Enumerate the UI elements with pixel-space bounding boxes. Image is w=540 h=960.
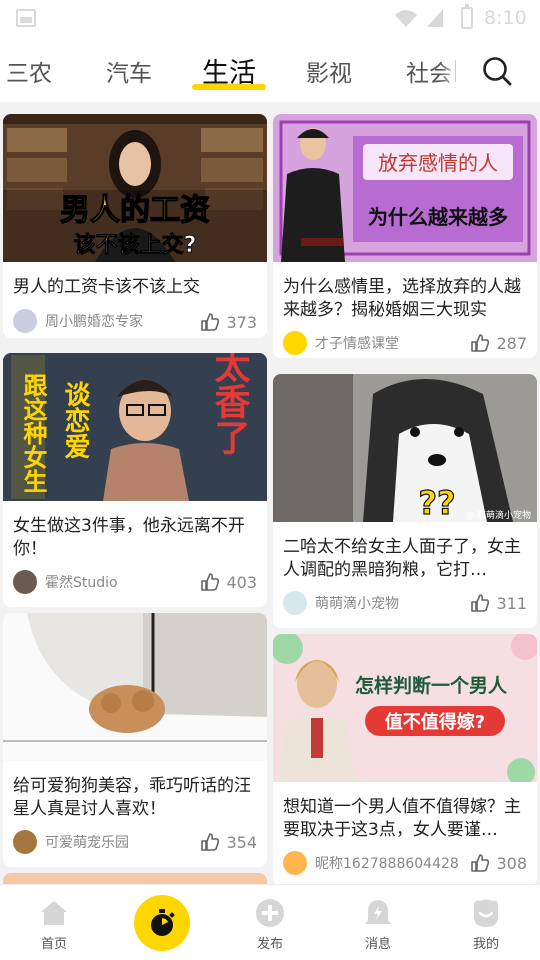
video-title[interactable]: 女生做这3件事，他永远离不开你！ — [13, 515, 257, 561]
like-count: 311 — [496, 593, 527, 613]
category-tabs: 三农 汽车 生活 影视 社会 — [0, 38, 540, 102]
nav-home[interactable]: 首页 — [14, 885, 94, 960]
thumbnail-caption: 放弃感情的人 — [378, 151, 498, 175]
like-button[interactable]: 373 — [200, 310, 257, 334]
tab-divider — [455, 60, 456, 82]
thumbs-up-icon — [201, 313, 220, 331]
video-thumbnail: 男人的工资 该不该上交? — [3, 114, 267, 262]
avatar — [283, 851, 307, 875]
status-time: 8:10 — [484, 7, 527, 29]
thumbnail-caption: 太香了 — [209, 353, 251, 455]
video-title[interactable]: 为什么感情里，选择放弃的人越来越多？揭秘婚姻三大现实 — [283, 276, 527, 322]
author-name: 才子情感课堂 — [315, 336, 399, 352]
video-title[interactable]: 男人的工资卡该不该上交 — [13, 276, 257, 299]
like-count: 403 — [226, 572, 257, 592]
video-card[interactable]: 跟这种女生 谈恋爱 太香了 女生做这3件事，他永远离不开你！ 霍然Studio … — [3, 353, 267, 607]
nav-label: 消息 — [364, 937, 391, 952]
avatar — [283, 331, 307, 355]
video-thumbnail: 怎样判断一个男人 值不值得嫁? — [273, 634, 537, 782]
author-name: 霍然Studio — [45, 575, 118, 591]
thumbs-up-icon — [201, 833, 220, 851]
thumbnail-caption: 怎样判断一个男人 — [355, 674, 508, 697]
nav-profile[interactable]: 我的 — [446, 885, 526, 960]
bell-icon — [365, 900, 391, 924]
avatar — [283, 591, 307, 615]
tab-sannong[interactable]: 三农 — [6, 54, 52, 88]
signal-icon — [427, 9, 443, 27]
battery-icon — [461, 4, 473, 29]
thumbs-up-icon — [201, 573, 220, 591]
avatar — [13, 570, 37, 594]
like-count: 354 — [226, 832, 257, 852]
profile-icon — [474, 899, 498, 927]
active-tab-indicator — [192, 84, 266, 90]
avatar — [13, 830, 37, 854]
nav-label: 我的 — [472, 937, 499, 952]
like-count: 373 — [226, 312, 257, 332]
video-title[interactable]: 想知道一个男人值不值得嫁？主要取决于这3点，女人要谨… — [283, 796, 527, 842]
author-info[interactable]: 萌萌滴小宠物 — [283, 591, 399, 615]
like-button[interactable]: 403 — [200, 570, 257, 594]
nav-label: 首页 — [40, 937, 67, 952]
avatar — [13, 309, 37, 333]
tab-film[interactable]: 影视 — [306, 54, 352, 88]
video-title[interactable]: 给可爱狗狗美容，乖巧听话的汪星人真是讨人喜欢！ — [13, 775, 257, 821]
video-card[interactable]: 男人的工资 该不该上交? 男人的工资卡该不该上交 周小鹏婚恋专家 373 — [3, 114, 267, 338]
author-info[interactable]: 才子情感课堂 — [283, 331, 399, 355]
status-bar: 8:10 — [0, 0, 540, 38]
author-name: 萌萌滴小宠物 — [315, 596, 399, 612]
video-card[interactable]: 给可爱狗狗美容，乖巧听话的汪星人真是讨人喜欢！ 可爱萌宠乐园 354 — [3, 613, 267, 867]
like-count: 287 — [496, 333, 527, 353]
tab-fade — [440, 38, 460, 102]
thumbs-up-icon — [471, 594, 490, 612]
like-count: 308 — [496, 853, 527, 873]
thumbs-up-icon — [471, 854, 490, 872]
nav-camera[interactable] — [134, 895, 190, 951]
author-info[interactable]: 昵称1627888604428 — [283, 851, 459, 875]
home-icon — [41, 901, 67, 925]
thumbnail-caption: 该不该上交? — [74, 232, 197, 258]
thumbs-up-icon — [471, 334, 490, 352]
camera-icon — [151, 909, 175, 936]
thumbnail-caption: ?? — [418, 484, 455, 522]
wifi-icon — [395, 10, 417, 27]
video-thumbnail: 放弃感情的人 为什么越来越多 — [273, 114, 537, 262]
like-button[interactable]: 311 — [470, 591, 527, 615]
plus-icon — [256, 899, 284, 927]
video-thumbnail — [3, 613, 267, 761]
video-card[interactable]: 放弃感情的人 为什么越来越多 为什么感情里，选择放弃的人越来越多？揭秘婚姻三大现… — [273, 114, 537, 358]
thumbnail-caption: 男人的工资 — [60, 193, 210, 228]
thumbnail-caption: 为什么越来越多 — [368, 205, 508, 229]
nav-label: 发布 — [256, 937, 283, 952]
video-thumbnail: ?? @ 萌萌滴小宠物 — [273, 374, 537, 522]
tab-auto[interactable]: 汽车 — [106, 54, 152, 88]
author-name: 可爱萌宠乐园 — [45, 835, 129, 851]
author-info[interactable]: 可爱萌宠乐园 — [13, 830, 129, 854]
bottom-navigation: 首页 发布 消息 我的 — [0, 884, 540, 960]
nav-publish[interactable]: 发布 — [230, 885, 310, 960]
search-icon[interactable] — [482, 56, 512, 86]
author-name: 昵称1627888604428 — [315, 856, 459, 872]
like-button[interactable]: 354 — [200, 830, 257, 854]
thumbnail-caption: 值不值得嫁? — [385, 711, 485, 733]
thumbnail-caption: 谈恋爱 — [60, 381, 90, 459]
thumbnail-caption: 跟这种女生 — [19, 373, 47, 493]
video-card[interactable]: ?? @ 萌萌滴小宠物 二哈太不给女主人面子了，女主人调配的黑暗狗粮，它打… 萌… — [273, 374, 537, 628]
gallery-notification-icon — [16, 9, 36, 27]
video-card[interactable]: 怎样判断一个男人 值不值得嫁? 想知道一个男人值不值得嫁？主要取决于这3点，女人… — [273, 634, 537, 886]
thumbnail-watermark: @ 萌萌滴小宠物 — [465, 509, 531, 521]
author-name: 周小鹏婚恋专家 — [45, 314, 143, 330]
author-info[interactable]: 霍然Studio — [13, 570, 118, 594]
video-title[interactable]: 二哈太不给女主人面子了，女主人调配的黑暗狗粮，它打… — [283, 536, 527, 582]
video-thumbnail: 跟这种女生 谈恋爱 太香了 — [3, 353, 267, 501]
like-button[interactable]: 287 — [470, 331, 527, 355]
nav-messages[interactable]: 消息 — [338, 885, 418, 960]
like-button[interactable]: 308 — [470, 851, 527, 875]
author-info[interactable]: 周小鹏婚恋专家 — [13, 309, 143, 333]
